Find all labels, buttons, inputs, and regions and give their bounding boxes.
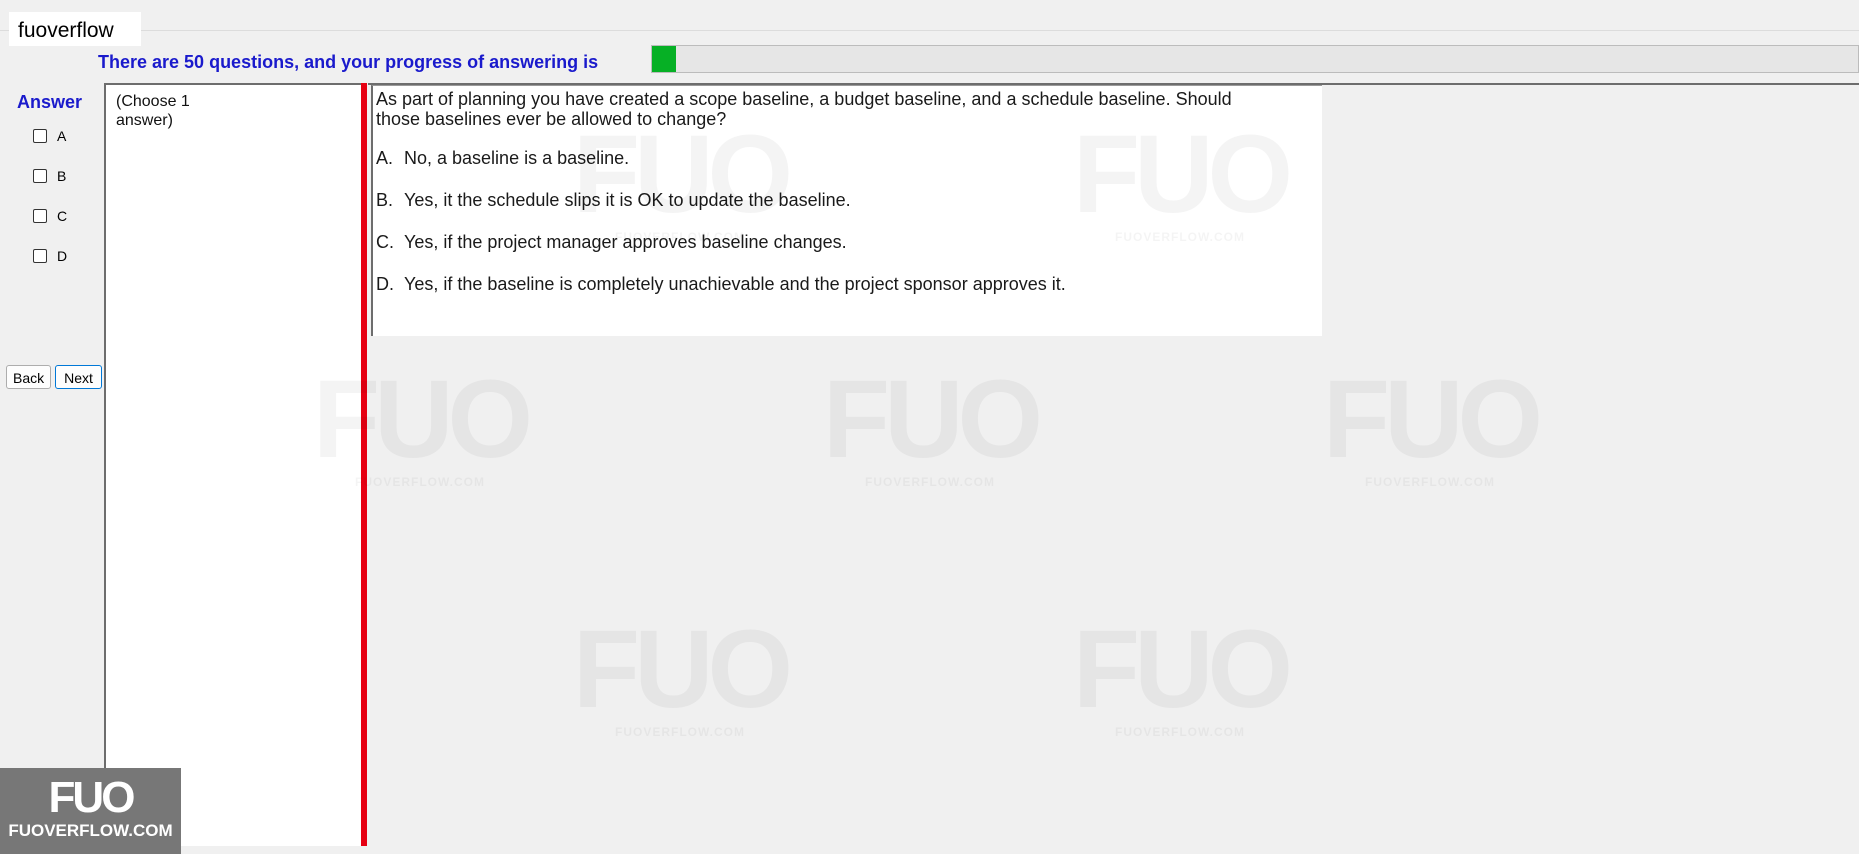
panel-divider[interactable] [361,83,367,846]
choose-instruction: (Choose 1 answer) [116,93,190,129]
back-button[interactable]: Back [6,365,51,389]
choice-text: Yes, it the schedule slips it is OK to u… [404,190,851,210]
question-choice-a: A. No, a baseline is a baseline. [376,148,1319,168]
choice-letter: A. [376,148,394,168]
next-button[interactable]: Next [55,365,102,389]
logo-text: FUOVERFLOW.COM [8,821,173,840]
checkbox-d[interactable] [33,249,47,263]
choice-text: No, a baseline is a baseline. [404,148,630,168]
status-strip [0,846,1859,854]
window-title: fuoverflow [9,12,141,46]
answer-option-label: C [57,208,68,224]
answer-option-a[interactable]: A [33,126,66,146]
choice-letter: D. [376,274,394,294]
checkbox-a[interactable] [33,129,47,143]
choice-text: Yes, if the baseline is completely unach… [404,274,1066,294]
question-stem: As part of planning you have created a s… [376,89,1232,129]
answer-option-label: A [57,128,67,144]
question-box: As part of planning you have created a s… [371,85,1322,336]
logo-mark: FUO [48,773,136,822]
progress-bar [651,45,1859,73]
answer-title: Answer [17,92,83,112]
answer-option-c[interactable]: C [33,206,67,226]
title-bar [0,0,1859,31]
answer-option-d[interactable]: D [33,246,67,266]
choose-panel: (Choose 1 answer) [104,83,366,846]
question-choice-c: C. Yes, if the project manager approves … [376,232,1319,252]
answer-option-label: D [57,248,68,264]
fuoverflow-logo: FUO FUOVERFLOW.COM [0,768,181,854]
choice-letter: C. [376,232,394,252]
checkbox-c[interactable] [33,209,47,223]
question-choice-d: D. Yes, if the baseline is completely un… [376,274,1319,294]
progress-label: There are 50 questions, and your progres… [98,52,599,72]
answer-option-label: B [57,168,67,184]
progress-bar-fill [652,46,677,72]
choice-text: Yes, if the project manager approves bas… [404,232,847,252]
choice-letter: B. [376,190,394,210]
answer-option-b[interactable]: B [33,166,66,186]
checkbox-b[interactable] [33,169,47,183]
question-choice-b: B. Yes, it the schedule slips it is OK t… [376,190,1319,210]
